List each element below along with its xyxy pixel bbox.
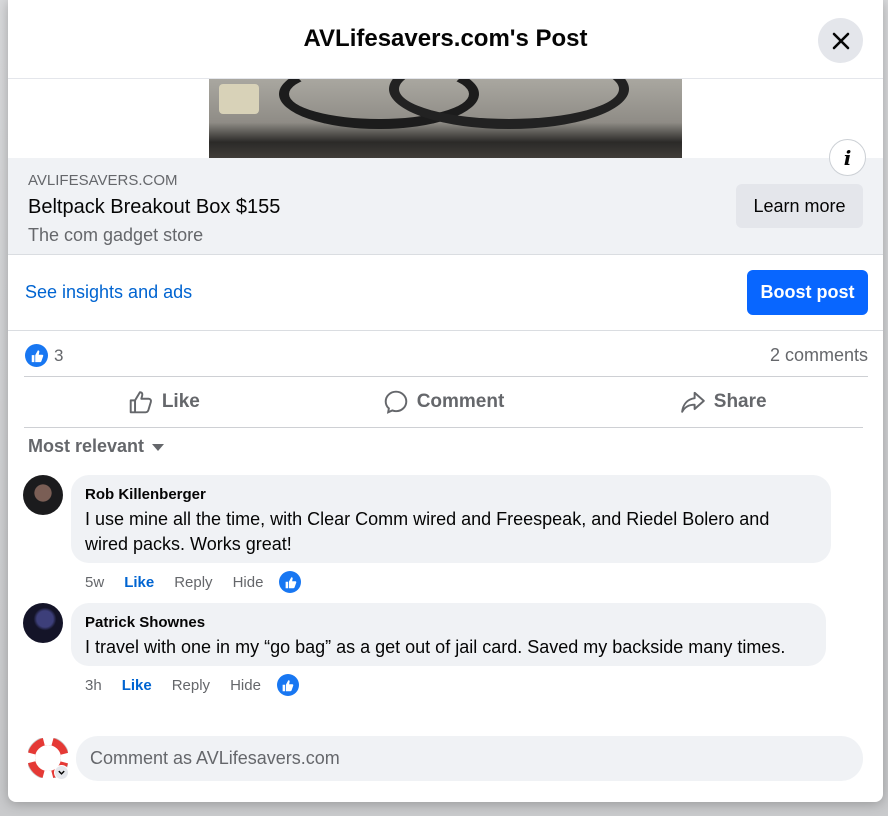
post-actions: Like Comment Share [24, 377, 863, 428]
switch-profile-chevron-icon[interactable] [54, 765, 69, 780]
modal-header: AVLifesavers.com's Post [8, 0, 883, 79]
comment-text-continued: wired packs. Works great! [85, 534, 292, 554]
post-content[interactable]: AVLIFESAVERS.COM Beltpack Breakout Box $… [8, 79, 883, 802]
like-reaction-icon[interactable] [25, 344, 48, 367]
comments-count[interactable]: 2 comments [770, 345, 868, 366]
comment-hide-button[interactable]: Hide [230, 677, 261, 694]
comment-time[interactable]: 5w [85, 574, 104, 591]
close-icon [832, 32, 849, 49]
comment-meta: 5w Like Reply Hide [85, 571, 302, 593]
comment-bubble: Patrick Shownes I travel with one in my … [71, 603, 826, 666]
comment-author[interactable]: Rob Killenberger [85, 485, 817, 504]
boost-post-button[interactable]: Boost post [747, 270, 868, 315]
comment-input[interactable] [76, 736, 863, 781]
link-preview-card[interactable]: AVLIFESAVERS.COM Beltpack Breakout Box $… [8, 158, 883, 255]
link-subtitle: The com gadget store [28, 225, 204, 245]
info-icon[interactable]: i [829, 139, 866, 176]
comment-text: I use mine all the time, with Clear Comm… [85, 509, 770, 529]
comment-author[interactable]: Patrick Shownes [85, 613, 812, 632]
comment-like-reaction-icon[interactable] [279, 571, 302, 593]
comment-time[interactable]: 3h [85, 677, 102, 694]
link-title[interactable]: Beltpack Breakout Box $155 [28, 196, 280, 219]
learn-more-button[interactable]: Learn more [736, 184, 863, 228]
comment-sort-dropdown[interactable]: Most relevant [28, 436, 165, 457]
comment-item: Rob Killenberger I use mine all the time… [23, 475, 833, 593]
comment-bubble: Rob Killenberger I use mine all the time… [71, 475, 831, 563]
share-button[interactable]: Share [583, 377, 863, 427]
comment-item: Patrick Shownes I travel with one in my … [23, 603, 833, 696]
like-button[interactable]: Like [24, 377, 304, 427]
post-image[interactable] [209, 79, 682, 158]
avatar[interactable] [23, 603, 63, 643]
reaction-stats: 3 2 comments [24, 331, 868, 377]
comment-like-button[interactable]: Like [124, 574, 154, 591]
comment-button[interactable]: Comment [304, 377, 584, 427]
link-domain: AVLIFESAVERS.COM [28, 172, 178, 189]
comment-meta: 3h Like Reply Hide [85, 674, 299, 696]
close-button[interactable] [818, 18, 863, 63]
modal-title: AVLifesavers.com's Post [303, 25, 588, 52]
thumbs-up-icon [129, 391, 152, 414]
share-icon [680, 391, 705, 413]
like-count[interactable]: 3 [54, 346, 63, 366]
comment-hide-button[interactable]: Hide [233, 574, 264, 591]
avatar[interactable] [23, 475, 63, 515]
comment-like-button[interactable]: Like [122, 677, 152, 694]
insights-row: See insights and ads Boost post [8, 255, 883, 331]
comment-like-reaction-icon[interactable] [276, 674, 299, 696]
comment-text: I travel with one in my “go bag” as a ge… [85, 637, 786, 657]
comment-reply-button[interactable]: Reply [172, 677, 210, 694]
comment-reply-button[interactable]: Reply [174, 574, 212, 591]
caret-down-icon [152, 444, 165, 451]
post-modal: AVLifesavers.com's Post AVLIFESAVERS.COM… [8, 0, 883, 802]
comment-icon [384, 390, 407, 414]
see-insights-link[interactable]: See insights and ads [25, 282, 192, 303]
comment-composer [28, 735, 863, 781]
